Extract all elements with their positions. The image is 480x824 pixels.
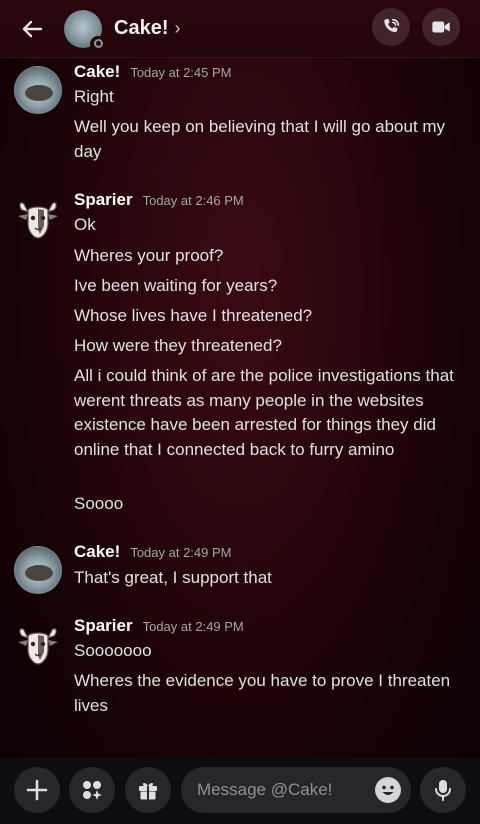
- message-header: Sparier Today at 2:46 PM: [74, 190, 244, 210]
- back-button[interactable]: [0, 0, 64, 58]
- message-text[interactable]: Ok: [74, 213, 466, 238]
- message-header: Cake! Today at 2:45 PM: [74, 62, 231, 82]
- gift-icon: [139, 782, 157, 800]
- chevron-right-icon: ›: [174, 18, 181, 38]
- timestamp: Today at 2:46 PM: [142, 193, 244, 208]
- video-camera-icon: [432, 21, 450, 33]
- avatar[interactable]: [14, 66, 62, 114]
- message-text[interactable]: Whose lives have I threatened?: [74, 304, 466, 329]
- header-avatar[interactable]: [64, 9, 106, 52]
- message-input-placeholder: Message @Cake!: [197, 780, 333, 799]
- apps-icon: [83, 781, 102, 800]
- message-input[interactable]: Message @Cake!: [181, 767, 411, 813]
- emoji-button[interactable]: [375, 777, 401, 803]
- avatar[interactable]: [14, 546, 62, 594]
- message-text[interactable]: All i could think of are the police inve…: [74, 364, 466, 462]
- message-text[interactable]: Sooooooo: [74, 639, 466, 664]
- attach-button[interactable]: [14, 767, 60, 813]
- goat-avatar-icon: [18, 628, 58, 665]
- message-header: Sparier Today at 2:49 PM: [74, 616, 244, 636]
- voice-call-button[interactable]: [372, 8, 410, 46]
- message-list: Cake! Today at 2:45 PM Right Well you ke…: [0, 58, 480, 758]
- author-name[interactable]: Cake!: [74, 62, 120, 82]
- channel-title-text: Cake!: [114, 17, 169, 39]
- phone-call-icon: [384, 18, 400, 33]
- message-composer: Message @Cake!: [0, 758, 480, 824]
- status-indicator: [90, 35, 106, 52]
- author-name[interactable]: Sparier: [74, 190, 133, 210]
- message-text[interactable]: Wheres your proof?: [74, 244, 466, 269]
- author-name[interactable]: Sparier: [74, 616, 133, 636]
- voice-message-button[interactable]: [420, 767, 466, 813]
- message-text[interactable]: How were they threatened?: [74, 334, 466, 359]
- avatar[interactable]: [14, 620, 62, 668]
- apps-button[interactable]: [69, 767, 115, 813]
- channel-title[interactable]: Cake! ›: [114, 17, 180, 40]
- gift-button[interactable]: [125, 767, 171, 813]
- message-text[interactable]: Wheres the evidence you have to prove I …: [74, 669, 466, 718]
- arrow-left-icon: [22, 20, 43, 37]
- message-header: Cake! Today at 2:49 PM: [74, 542, 231, 562]
- message-text[interactable]: That's great, I support that: [74, 566, 466, 591]
- timestamp: Today at 2:49 PM: [130, 545, 232, 560]
- author-name[interactable]: Cake!: [74, 542, 120, 562]
- message-text[interactable]: Well you keep on believing that I will g…: [74, 115, 466, 164]
- message-text[interactable]: Right: [74, 85, 466, 110]
- message-text[interactable]: Ive been waiting for years?: [74, 274, 466, 299]
- timestamp: Today at 2:49 PM: [142, 619, 244, 634]
- timestamp: Today at 2:45 PM: [130, 65, 232, 80]
- video-call-button[interactable]: [422, 8, 460, 46]
- chat-header: Cake! ›: [0, 0, 480, 58]
- microphone-icon: [435, 780, 451, 801]
- emoji-icon: [376, 778, 400, 802]
- message-text[interactable]: Soooo: [74, 492, 466, 517]
- plus-icon: [26, 779, 48, 801]
- avatar[interactable]: [14, 194, 62, 242]
- goat-avatar-icon: [18, 202, 58, 239]
